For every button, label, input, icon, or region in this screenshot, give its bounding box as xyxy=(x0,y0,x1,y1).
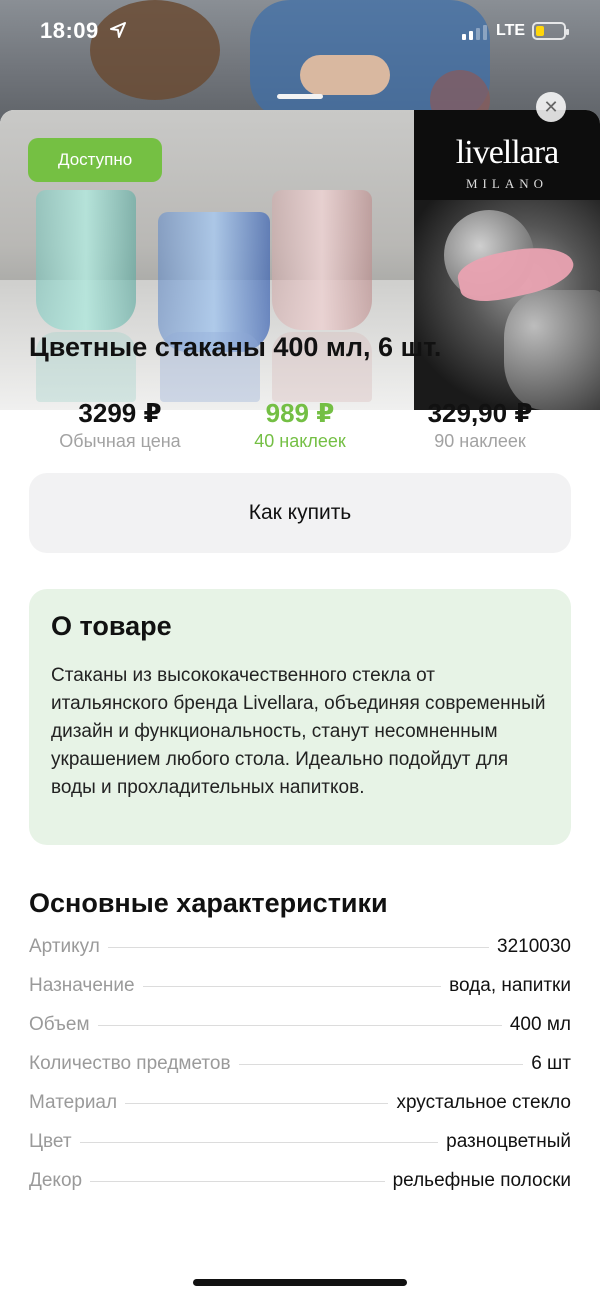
spec-row: Объем 400 мл xyxy=(29,1014,571,1053)
availability-badge: Доступно xyxy=(28,138,163,182)
battery-icon xyxy=(532,22,569,40)
spec-value: разноцветный xyxy=(446,1131,571,1152)
price-value: 3299 ₽ xyxy=(78,398,162,428)
spec-leader xyxy=(142,986,442,987)
product-title: Цветные стаканы 400 мл, 6 шт. xyxy=(29,332,442,362)
spec-key: Объем xyxy=(29,1014,90,1035)
glass-pink xyxy=(272,190,372,330)
brand-subtitle: MILANO xyxy=(466,176,548,191)
spec-key: Цвет xyxy=(29,1131,72,1152)
glass-blue xyxy=(158,212,270,352)
spec-leader xyxy=(79,1142,439,1143)
spec-leader xyxy=(97,1025,502,1026)
network-type: LTE xyxy=(496,22,526,39)
spec-value: вода, напитки xyxy=(449,975,571,996)
statue-image xyxy=(414,200,600,410)
spec-row: Артикул 3210030 xyxy=(29,936,571,975)
close-button[interactable]: ✕ xyxy=(536,92,566,122)
spec-key: Количество предметов xyxy=(29,1053,231,1074)
spec-key: Материал xyxy=(29,1092,118,1113)
spec-leader xyxy=(125,1103,389,1104)
spec-value: 3210030 xyxy=(497,936,571,957)
spec-value: 6 шт xyxy=(531,1053,571,1074)
price-label: 40 наклеек xyxy=(254,431,346,451)
spec-value: хрустальное стекло xyxy=(396,1092,571,1113)
price-row: 3299 ₽ Обычная цена 989 ₽ 40 наклеек 329… xyxy=(0,398,600,458)
close-icon: ✕ xyxy=(543,96,559,117)
spec-key: Декор xyxy=(29,1170,83,1191)
about-product-card: О товаре Стаканы из высококачественного … xyxy=(29,589,571,845)
glass-green xyxy=(36,190,136,330)
spec-key: Назначение xyxy=(29,975,135,996)
spec-row: Цвет разноцветный xyxy=(29,1131,571,1170)
brand-banner[interactable]: livellara MILANO xyxy=(414,110,600,410)
spec-value: рельефные полоски xyxy=(392,1170,571,1191)
specs-list: Артикул 3210030 Назначение вода, напитки… xyxy=(29,936,571,1209)
spec-leader xyxy=(90,1181,385,1182)
how-to-buy-button[interactable]: Как купить xyxy=(29,473,571,553)
spec-leader xyxy=(238,1064,524,1065)
spec-row: Количество предметов 6 шт xyxy=(29,1053,571,1092)
brand-logo: livellara xyxy=(455,134,559,171)
price-label: 90 наклеек xyxy=(434,431,526,451)
price-stickers-90: 329,90 ₽ 90 наклеек xyxy=(400,398,560,452)
spec-value: 400 мл xyxy=(509,1014,571,1035)
price-value: 989 ₽ xyxy=(265,398,335,428)
about-text: Стаканы из высококачественного стекла от… xyxy=(51,665,546,798)
location-arrow-icon xyxy=(110,22,126,38)
specs-title: Основные характеристики xyxy=(29,888,388,918)
home-indicator[interactable] xyxy=(193,1279,407,1286)
spec-key: Артикул xyxy=(29,936,100,957)
status-bar: 18:09 LTE xyxy=(0,0,600,64)
price-value: 329,90 ₽ xyxy=(427,398,533,428)
spec-row: Декор рельефные полоски xyxy=(29,1170,571,1209)
spec-leader xyxy=(107,947,490,948)
signal-icon xyxy=(462,24,487,40)
product-sheet: Доступно livellara MILANO Цветные стакан… xyxy=(0,110,600,1298)
spec-row: Материал хрустальное стекло xyxy=(29,1092,571,1131)
sheet-grabber[interactable] xyxy=(277,94,323,99)
about-title: О товаре xyxy=(51,611,172,641)
price-label: Обычная цена xyxy=(59,431,181,451)
price-regular: 3299 ₽ Обычная цена xyxy=(40,398,200,452)
price-stickers-40: 989 ₽ 40 наклеек xyxy=(220,398,380,452)
product-hero: Доступно livellara MILANO xyxy=(0,110,600,410)
spec-row: Назначение вода, напитки xyxy=(29,975,571,1014)
status-time: 18:09 xyxy=(40,18,99,43)
